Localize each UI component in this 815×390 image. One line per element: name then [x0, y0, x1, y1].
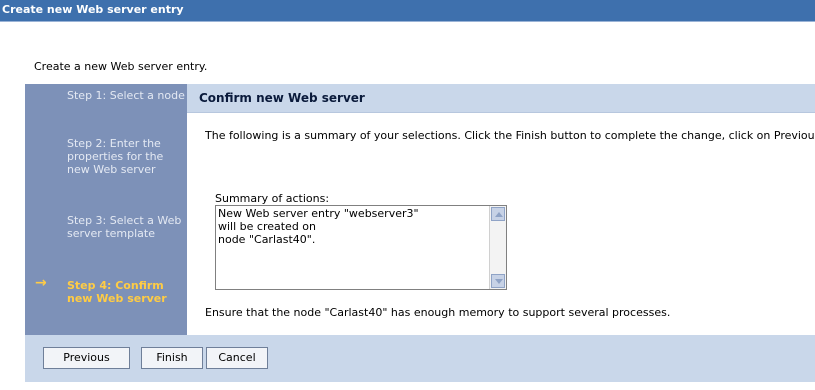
wizard-steps-panel: Step 1: Select a node Step 2: Enter the …: [25, 84, 187, 335]
summary-textarea[interactable]: New Web server entry "webserver3" will b…: [215, 205, 507, 290]
current-step-arrow-icon: →: [35, 275, 47, 291]
button-bar: Previous Finish Cancel: [25, 335, 815, 382]
intro-text: Create a new Web server entry.: [34, 60, 208, 73]
scroll-down-button[interactable]: [491, 274, 505, 288]
summary-description: The following is a summary of your selec…: [205, 129, 815, 142]
summary-textarea-text: New Web server entry "webserver3" will b…: [218, 207, 419, 246]
chevron-up-icon: [495, 212, 503, 217]
wizard-step-label: Step 3: Select a Web server template: [67, 214, 182, 240]
summary-label: Summary of actions:: [215, 192, 330, 205]
cancel-button[interactable]: Cancel: [206, 347, 268, 369]
cancel-button-label: Cancel: [218, 351, 256, 364]
wizard-step-label: Step 2: Enter the properties for the new…: [67, 137, 164, 176]
page-title: Confirm new Web server: [199, 91, 365, 105]
previous-button[interactable]: Previous: [43, 347, 130, 369]
window-title: Create new Web server entry: [2, 3, 184, 16]
window-title-bar: Create new Web server entry: [0, 0, 815, 22]
memory-warning: Ensure that the node "Carlast40" has eno…: [205, 306, 671, 319]
content-header: Confirm new Web server: [187, 84, 815, 113]
finish-button[interactable]: Finish: [141, 347, 203, 369]
wizard-content: Confirm new Web server The following is …: [187, 84, 815, 335]
scroll-up-button[interactable]: [491, 207, 505, 221]
wizard-panel: Step 1: Select a node Step 2: Enter the …: [25, 84, 815, 382]
wizard-step-label: Step 4: Confirm new Web server: [67, 279, 167, 305]
previous-button-label: Previous: [63, 351, 110, 364]
textarea-scrollbar[interactable]: [489, 206, 506, 289]
chevron-down-icon: [495, 279, 503, 284]
wizard-step-label: Step 1: Select a node: [67, 89, 185, 102]
finish-button-label: Finish: [156, 351, 188, 364]
